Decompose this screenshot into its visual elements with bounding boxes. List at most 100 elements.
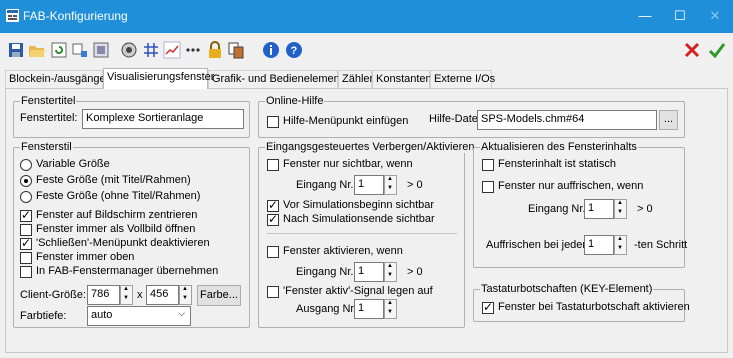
auffrischen-checkbox[interactable] <box>482 181 494 193</box>
immer-oben-label: Fenster immer oben <box>36 251 135 263</box>
toolbar: ? <box>0 33 733 66</box>
group-label: Fensterstil <box>20 141 73 153</box>
ausgang-nr-spinner[interactable] <box>384 299 397 319</box>
schliessen-deaktivieren-label: 'Schließen'-Menüpunkt deaktivieren <box>36 237 210 249</box>
gt0-label-2: > 0 <box>407 266 423 278</box>
auffrischen-jedem-spinner[interactable] <box>614 235 627 255</box>
window-title: FAB-Konfigurierung <box>23 9 128 23</box>
auffrischen-jedem-label: Auffrischen bei jedem <box>486 239 592 251</box>
app-icon <box>6 9 19 22</box>
variable-groesse-label: Variable Größe <box>36 158 110 170</box>
client-height-spinner[interactable] <box>179 285 192 305</box>
feste-groesse-ohne-rahmen-radio[interactable] <box>20 191 32 203</box>
ok-check-icon[interactable] <box>708 41 726 59</box>
image-icon[interactable] <box>92 41 110 59</box>
feste-groesse-mit-rahmen-radio[interactable] <box>20 175 32 187</box>
vollbild-checkbox[interactable] <box>20 224 32 236</box>
schliessen-deaktivieren-checkbox[interactable] <box>20 236 32 250</box>
client-groesse-label: Client-Größe: <box>20 289 87 301</box>
times-label: x <box>137 289 143 301</box>
gt0-label: > 0 <box>407 179 423 191</box>
online-hilfe-group: Online-Hilfe Hilfe-Menüpunkt einfügen Hi… <box>258 95 685 138</box>
tastatur-aktivieren-checkbox[interactable] <box>482 300 494 314</box>
help-icon[interactable]: ? <box>285 41 303 59</box>
nur-sichtbar-label: Fenster nur sichtbar, wenn <box>283 158 413 170</box>
nach-simulation-checkbox[interactable] <box>267 212 279 226</box>
maximize-button[interactable]: ☐ <box>668 6 692 26</box>
fenstertitel-group: Fenstertitel Fenstertitel: Komplexe Sort… <box>13 95 250 138</box>
save-icon[interactable] <box>7 41 25 59</box>
eingang-nr3-spinner[interactable] <box>614 199 627 219</box>
cancel-icon[interactable] <box>683 41 701 59</box>
tab-zaehler[interactable]: Zähler <box>338 70 373 88</box>
aktivieren-checkbox[interactable] <box>267 246 279 258</box>
client-width-input[interactable]: 786 <box>87 285 120 305</box>
group-label: Online-Hilfe <box>265 95 325 107</box>
auffrischen-label: Fenster nur auffrischen, wenn <box>498 180 644 192</box>
io-icon[interactable] <box>71 41 89 59</box>
farbtiefe-label: Farbtiefe: <box>20 310 67 322</box>
fenstermanager-checkbox[interactable] <box>20 266 32 278</box>
tab-visualisierungsfenster[interactable]: Visualisierungsfenster <box>103 68 214 89</box>
farbe-button[interactable]: Farbe... <box>197 285 241 306</box>
lock-icon[interactable] <box>206 41 224 59</box>
aktiv-signal-checkbox[interactable] <box>267 286 279 298</box>
tab-strip: Blockein-/ausgänge Visualisierungsfenste… <box>0 68 733 89</box>
vor-simulation-checkbox[interactable] <box>267 198 279 212</box>
component-icon[interactable] <box>120 41 138 59</box>
zentrieren-label: Fenster auf Bildschirm zentrieren <box>36 209 198 221</box>
feste-groesse-mit-rahmen-label: Feste Größe (mit Titel/Rahmen) <box>36 174 191 186</box>
eingang-nr2-input[interactable]: 1 <box>354 262 384 282</box>
tab-grafik-bedienelemente[interactable]: Grafik- und Bedienelemente <box>208 70 349 88</box>
tab-konstanten[interactable]: Konstanten <box>372 70 432 88</box>
fensterstil-group: Fensterstil Variable Größe Feste Größe (… <box>13 141 250 328</box>
eingang-nr-spinner[interactable] <box>384 175 397 195</box>
chart-icon[interactable] <box>163 41 181 59</box>
ausgang-nr-label: Ausgang Nr. <box>296 303 357 315</box>
eingang-nr2-label: Eingang Nr. <box>296 266 354 278</box>
title-bar: FAB-Konfigurierung — ☐ ✕ <box>0 0 733 33</box>
hilfe-datei-input[interactable]: SPS-Models.chm#64 <box>477 110 657 130</box>
zentrieren-checkbox[interactable] <box>20 208 32 222</box>
more-dots-icon[interactable] <box>184 41 202 59</box>
aktiv-signal-label: 'Fenster aktiv'-Signal legen auf <box>283 285 433 297</box>
minimize-button[interactable]: — <box>633 6 657 26</box>
variable-groesse-radio[interactable] <box>20 159 32 171</box>
info-icon[interactable] <box>262 41 280 59</box>
eingang-nr-input[interactable]: 1 <box>354 175 384 195</box>
statisch-checkbox[interactable] <box>482 159 494 171</box>
eingang-nr3-label: Eingang Nr. <box>528 203 586 215</box>
close-button[interactable]: ✕ <box>703 6 727 26</box>
gt0-label-3: > 0 <box>637 203 653 215</box>
copy-icon[interactable] <box>227 41 245 59</box>
grid-icon[interactable] <box>142 41 160 59</box>
browse-button[interactable]: ... <box>659 110 678 130</box>
farbtiefe-select[interactable]: auto ⌵ <box>87 306 191 326</box>
ausgang-nr-input[interactable]: 1 <box>354 299 384 319</box>
divider <box>267 233 457 234</box>
client-width-spinner[interactable] <box>120 285 133 305</box>
tastatur-aktivieren-label: Fenster bei Tastaturbotschaft aktivieren <box>498 301 690 313</box>
group-label: Fenstertitel <box>20 95 77 107</box>
aktualisieren-group: Aktualisieren des Fensterinhalts Fenster… <box>473 141 688 268</box>
fenstertitel-input[interactable]: Komplexe Sortieranlage <box>82 109 244 129</box>
hilfe-menuepunkt-checkbox[interactable] <box>267 116 279 128</box>
immer-oben-checkbox[interactable] <box>20 252 32 264</box>
eingang-nr3-input[interactable]: 1 <box>584 199 614 219</box>
nur-sichtbar-checkbox[interactable] <box>267 159 279 171</box>
hilfe-menuepunkt-label: Hilfe-Menüpunkt einfügen <box>283 115 409 127</box>
eingang-nr2-spinner[interactable] <box>384 262 397 282</box>
aktivieren-label: Fenster aktivieren, wenn <box>283 245 403 257</box>
eingang-nr-label: Eingang Nr. <box>296 179 354 191</box>
auffrischen-jedem-input[interactable]: 1 <box>584 235 614 255</box>
svg-text:?: ? <box>291 45 298 57</box>
chevron-down-icon: ⌵ <box>178 308 185 318</box>
tab-blockein-ausgaenge[interactable]: Blockein-/ausgänge <box>5 70 106 88</box>
eingang-group: Eingangsgesteuertes Verbergen/Aktivieren… <box>258 141 476 328</box>
nach-simulation-label: Nach Simulationsende sichtbar <box>283 213 435 225</box>
schritt-label: -ten Schritt <box>634 239 688 251</box>
tab-externe-ios[interactable]: Externe I/Os <box>430 70 495 88</box>
refresh-icon[interactable] <box>50 41 68 59</box>
open-folder-icon[interactable] <box>28 41 46 59</box>
client-height-input[interactable]: 456 <box>146 285 179 305</box>
